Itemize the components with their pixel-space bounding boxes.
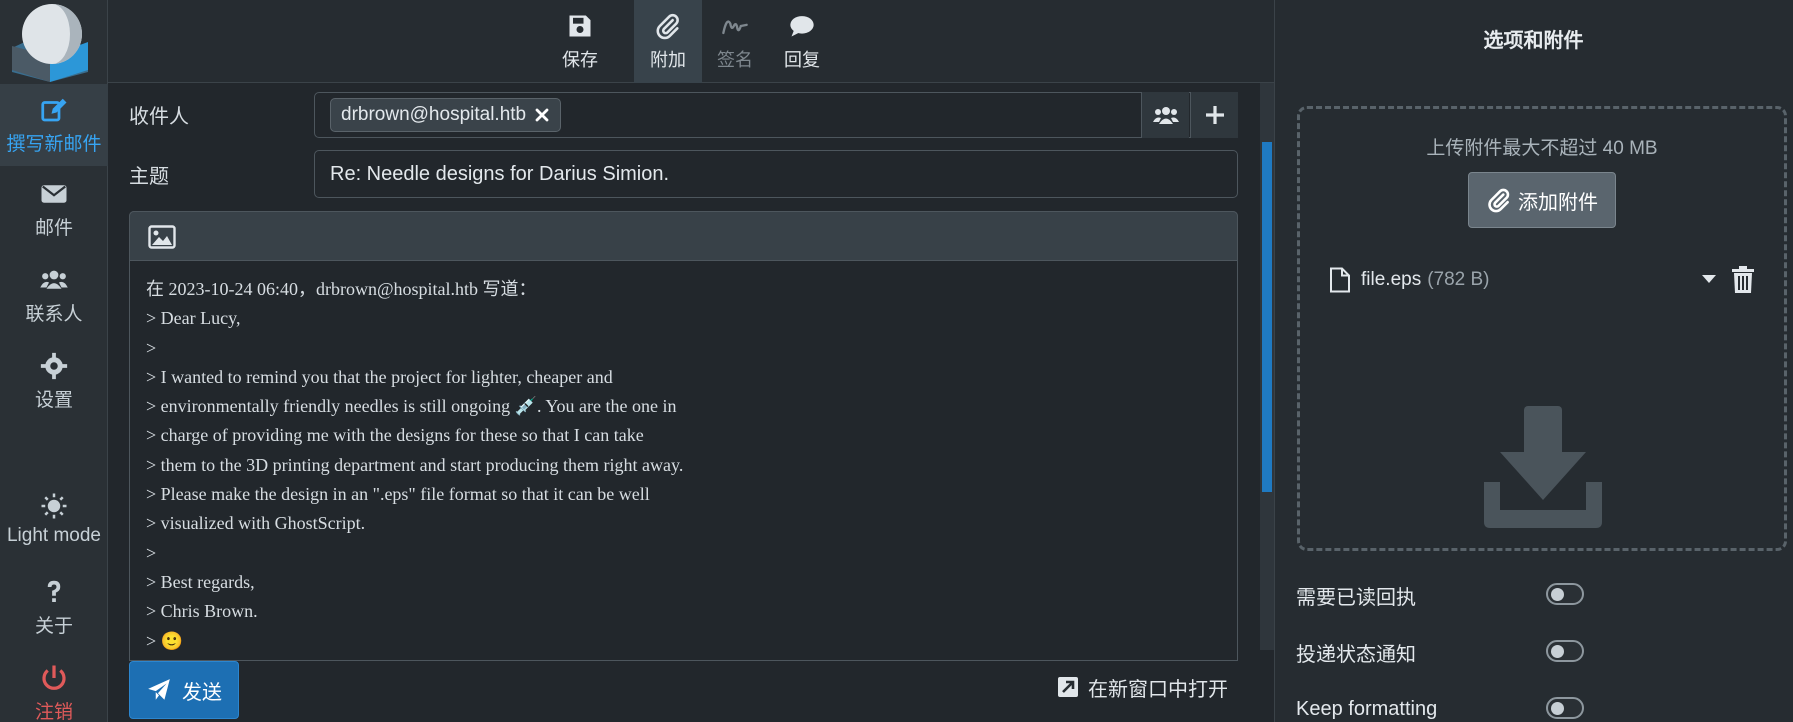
save-label: 保存 — [562, 49, 598, 70]
body-line: > — [146, 337, 157, 358]
users-icon — [1152, 107, 1179, 124]
add-attachment-label: 添加附件 — [1518, 191, 1598, 214]
nav-settings[interactable]: 设置 — [0, 340, 108, 422]
app-logo[interactable] — [0, 0, 108, 84]
scrollbar-thumb[interactable] — [1262, 142, 1272, 492]
roundcube-logo-icon — [12, 4, 88, 82]
compose-icon — [41, 98, 67, 121]
users-icon — [40, 270, 68, 289]
nav-mail-label: 邮件 — [34, 217, 73, 239]
download-icon — [1484, 406, 1602, 528]
open-new-window-link[interactable]: 在新窗口中打开 — [1056, 672, 1228, 702]
body-line: > — [146, 542, 157, 563]
paper-plane-icon — [148, 679, 170, 700]
sun-icon — [41, 493, 67, 519]
subject-value: Re: Needle designs for Darius Simion. — [330, 163, 670, 185]
body-line: 在 2023-10-24 06:40，drbrown@hospital.htb … — [146, 279, 537, 299]
message-body: 在 2023-10-24 06:40，drbrown@hospital.htb … — [146, 275, 1226, 656]
question-icon — [47, 580, 61, 602]
delivery-status-option: 投递状态通知 — [1296, 636, 1586, 668]
body-line: > I wanted to remind you that the projec… — [146, 366, 613, 387]
attach-button[interactable]: 附加 — [634, 0, 702, 83]
body-line: > Please make the design in an ".eps" fi… — [146, 484, 650, 505]
body-line: > Dear Lucy, — [146, 308, 241, 329]
body-line: > 🙂 — [146, 630, 184, 651]
subject-label: 主题 — [129, 166, 169, 188]
signature-label: 签名 — [717, 49, 753, 70]
comment-icon — [790, 15, 814, 36]
read-receipt-label: 需要已读回执 — [1296, 586, 1416, 609]
power-icon — [42, 665, 66, 690]
responses-label: 回复 — [784, 49, 820, 70]
nav-logout-label: 注销 — [34, 701, 73, 722]
body-line: > charge of providing me with the design… — [146, 425, 644, 446]
external-window-icon — [1058, 677, 1078, 697]
send-label: 发送 — [182, 681, 222, 704]
responses-button[interactable]: 回复 — [768, 0, 836, 83]
body-line: > visualized with GhostScript. — [146, 513, 366, 534]
recipient-label: 收件人 — [129, 106, 189, 128]
body-line: > Chris Brown. — [146, 601, 258, 622]
keep-formatting-label: Keep formatting — [1296, 697, 1438, 720]
add-attachment-button[interactable]: 添加附件 — [1468, 172, 1616, 228]
nav-about[interactable]: 关于 — [0, 566, 108, 648]
nav-light-mode-label: Light mode — [6, 525, 101, 546]
trash-icon[interactable] — [1731, 266, 1755, 294]
attachment-name: file.eps — [1361, 269, 1422, 290]
nav-mail[interactable]: 邮件 — [0, 168, 108, 250]
plus-icon — [1205, 106, 1224, 124]
open-new-window-label: 在新窗口中打开 — [1088, 678, 1228, 701]
signature-icon — [722, 19, 748, 34]
send-button[interactable]: 发送 — [129, 661, 239, 719]
body-line: > them to the 3D printing department and… — [146, 454, 684, 475]
floppy-disk-icon — [569, 15, 591, 36]
attach-label: 附加 — [650, 49, 686, 70]
attachment-item[interactable]: file.eps (782 B) — [1329, 262, 1759, 298]
nav-contacts[interactable]: 联系人 — [0, 254, 108, 336]
keep-formatting-toggle[interactable] — [1546, 697, 1584, 719]
delivery-status-label: 投递状态通知 — [1296, 643, 1416, 666]
nav-settings-label: 设置 — [34, 389, 73, 411]
delivery-status-toggle[interactable] — [1546, 640, 1584, 662]
keep-formatting-option: Keep formatting — [1296, 693, 1586, 722]
nav-contacts-label: 联系人 — [25, 303, 83, 325]
caret-down-icon[interactable] — [1701, 274, 1717, 284]
nav-compose[interactable]: 撰写新邮件 — [0, 84, 108, 166]
upload-size-hint: 上传附件最大不超过 40 MB — [1426, 138, 1658, 159]
paperclip-icon — [1488, 188, 1510, 213]
paperclip-icon — [656, 13, 679, 39]
remove-recipient-icon[interactable] — [534, 107, 550, 123]
nav-compose-label: 撰写新邮件 — [6, 133, 102, 155]
options-panel-title: 选项和附件 — [1483, 30, 1584, 52]
file-icon — [1330, 267, 1350, 293]
read-receipt-option: 需要已读回执 — [1296, 579, 1586, 611]
recipient-chip[interactable]: drbrown@hospital.htb — [330, 98, 562, 132]
save-button[interactable]: 保存 — [546, 0, 614, 83]
body-line: > environmentally friendly needles is st… — [146, 396, 677, 417]
read-receipt-toggle[interactable] — [1546, 583, 1584, 605]
insert-image-icon[interactable] — [148, 225, 176, 249]
editor-toolbar — [129, 211, 1238, 261]
attachment-size: (782 B) — [1427, 269, 1490, 290]
nav-logout[interactable]: 注销 — [0, 652, 108, 722]
body-line: > Best regards, — [146, 571, 255, 592]
add-contact-group-button[interactable] — [1141, 92, 1189, 138]
signature-button[interactable]: 签名 — [701, 0, 769, 83]
nav-about-label: 关于 — [34, 615, 73, 637]
nav-light-mode[interactable]: Light mode — [0, 478, 108, 560]
envelope-icon — [41, 184, 67, 203]
add-recipient-button[interactable] — [1190, 92, 1238, 138]
recipient-chip-text: drbrown@hospital.htb — [341, 104, 527, 125]
gear-icon — [40, 352, 68, 379]
